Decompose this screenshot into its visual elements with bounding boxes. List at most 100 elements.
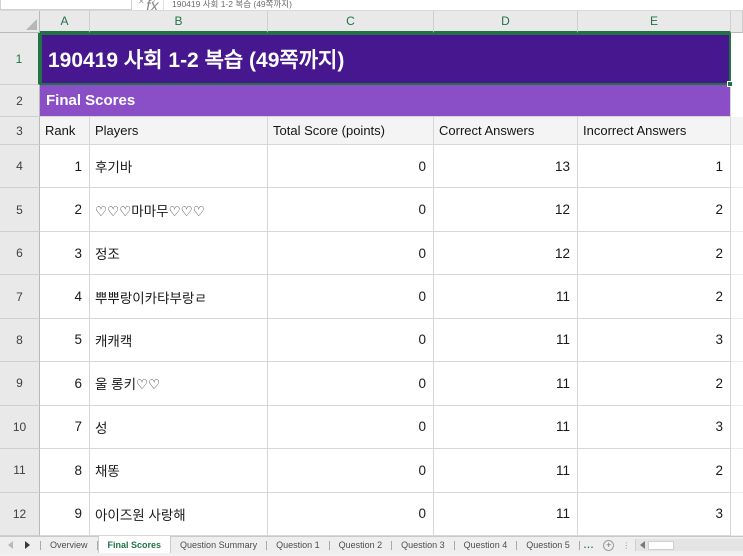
tab-final-scores[interactable]: Final Scores xyxy=(97,536,172,553)
cell-f[interactable] xyxy=(731,318,743,363)
cell-f3[interactable] xyxy=(731,117,743,145)
column-header-e[interactable]: E xyxy=(578,11,731,33)
incorrect-cell[interactable]: 2 xyxy=(578,449,731,493)
correct-cell[interactable]: 13 xyxy=(434,145,578,189)
name-box[interactable]: A1 xyxy=(0,0,132,10)
cell-f1[interactable] xyxy=(731,33,743,85)
row-header-2[interactable]: 2 xyxy=(0,85,40,117)
score-cell[interactable]: 0 xyxy=(268,405,434,450)
cell-f[interactable] xyxy=(731,362,743,406)
rank-cell[interactable]: 7 xyxy=(40,405,90,450)
player-cell[interactable]: 후기바 xyxy=(90,145,268,189)
score-cell[interactable]: 0 xyxy=(268,449,434,493)
row-header-5[interactable]: 5 xyxy=(0,188,40,232)
row-header-6[interactable]: 6 xyxy=(0,231,40,276)
tab-question-summary[interactable]: Question Summary xyxy=(171,537,266,553)
row-header-11[interactable]: 11 xyxy=(0,449,40,493)
score-cell[interactable]: 0 xyxy=(268,492,434,536)
correct-cell[interactable]: 11 xyxy=(434,492,578,536)
row-header-12[interactable]: 12 xyxy=(0,492,40,536)
player-cell[interactable]: 채똥 xyxy=(90,449,268,493)
header-players[interactable]: Players xyxy=(90,117,268,145)
incorrect-cell[interactable]: 3 xyxy=(578,318,731,363)
score-cell[interactable]: 0 xyxy=(268,188,434,232)
tab-overview[interactable]: Overview xyxy=(41,537,97,553)
row-header-10[interactable]: 10 xyxy=(0,405,40,450)
tab-question-5[interactable]: Question 5 xyxy=(517,537,579,553)
tab-question-1[interactable]: Question 1 xyxy=(267,537,329,553)
incorrect-cell[interactable]: 2 xyxy=(578,231,731,276)
row-header-8[interactable]: 8 xyxy=(0,318,40,363)
quiz-title-cell[interactable]: 190419 사회 1-2 복습 (49쪽까지) xyxy=(40,33,731,85)
incorrect-cell[interactable]: 2 xyxy=(578,362,731,406)
incorrect-cell[interactable]: 3 xyxy=(578,492,731,536)
add-sheet-button[interactable]: + xyxy=(603,539,615,551)
rank-cell[interactable]: 5 xyxy=(40,318,90,363)
scrollbar-thumb[interactable] xyxy=(648,540,675,550)
player-cell[interactable]: 캐캐캑 xyxy=(90,318,268,363)
player-cell[interactable]: 뿌뿌랑이카탸부랑ㄹ xyxy=(90,275,268,319)
rank-cell[interactable]: 3 xyxy=(40,231,90,276)
incorrect-cell[interactable]: 2 xyxy=(578,275,731,319)
column-header-b[interactable]: B xyxy=(90,11,268,33)
cell-f[interactable] xyxy=(731,275,743,319)
header-incorrect[interactable]: Incorrect Answers xyxy=(578,117,731,145)
column-header-a[interactable]: A xyxy=(40,11,90,33)
cell-f[interactable] xyxy=(731,145,743,189)
score-cell[interactable]: 0 xyxy=(268,362,434,406)
column-header-d[interactable]: D xyxy=(434,11,578,33)
tab-scroll-right-icon[interactable] xyxy=(25,541,30,549)
header-rank[interactable]: Rank xyxy=(40,117,90,145)
correct-cell[interactable]: 12 xyxy=(434,188,578,232)
row-header-4[interactable]: 4 xyxy=(0,145,40,189)
row-header-1[interactable]: 1 xyxy=(0,33,40,85)
score-cell[interactable]: 0 xyxy=(268,318,434,363)
tab-scroll-left-icon[interactable] xyxy=(8,541,13,549)
scroll-left-icon[interactable] xyxy=(636,541,648,549)
tab-question-3[interactable]: Question 3 xyxy=(392,537,454,553)
player-cell[interactable]: ♡♡♡마마무♡♡♡ xyxy=(90,188,268,232)
cell-f[interactable] xyxy=(731,405,743,450)
player-cell[interactable]: 울 롱키♡♡ xyxy=(90,362,268,406)
tab-question-2[interactable]: Question 2 xyxy=(330,537,392,553)
fx-icon[interactable]: fx xyxy=(146,0,158,10)
incorrect-cell[interactable]: 2 xyxy=(578,188,731,232)
correct-cell[interactable]: 11 xyxy=(434,318,578,363)
formula-input[interactable]: 190419 사회 1-2 복습 (49쪽까지) xyxy=(172,0,292,10)
tab-question-4[interactable]: Question 4 xyxy=(455,537,517,553)
rank-cell[interactable]: 1 xyxy=(40,145,90,189)
select-all-corner[interactable] xyxy=(0,11,40,33)
column-header-c[interactable]: C xyxy=(268,11,434,33)
rank-cell[interactable]: 4 xyxy=(40,275,90,319)
cell-f[interactable] xyxy=(731,449,743,493)
incorrect-cell[interactable]: 3 xyxy=(578,405,731,450)
header-correct[interactable]: Correct Answers xyxy=(434,117,578,145)
row-header-9[interactable]: 9 xyxy=(0,362,40,406)
rank-cell[interactable]: 9 xyxy=(40,492,90,536)
score-cell[interactable]: 0 xyxy=(268,231,434,276)
correct-cell[interactable]: 12 xyxy=(434,231,578,276)
column-header-f-sliver[interactable] xyxy=(731,11,743,33)
incorrect-cell[interactable]: 1 xyxy=(578,145,731,189)
player-cell[interactable]: 성 xyxy=(90,405,268,450)
correct-cell[interactable]: 11 xyxy=(434,275,578,319)
correct-cell[interactable]: 11 xyxy=(434,449,578,493)
score-cell[interactable]: 0 xyxy=(268,145,434,189)
row-header-7[interactable]: 7 xyxy=(0,275,40,319)
cell-f[interactable] xyxy=(731,231,743,276)
player-cell[interactable]: 정조 xyxy=(90,231,268,276)
more-tabs-indicator[interactable]: ... xyxy=(580,537,599,553)
row-header-3[interactable]: 3 xyxy=(0,117,40,145)
score-cell[interactable]: 0 xyxy=(268,275,434,319)
correct-cell[interactable]: 11 xyxy=(434,362,578,406)
header-total-score[interactable]: Total Score (points) xyxy=(268,117,434,145)
cell-f[interactable] xyxy=(731,492,743,536)
rank-cell[interactable]: 8 xyxy=(40,449,90,493)
horizontal-scrollbar[interactable] xyxy=(635,539,743,551)
tabbar-resize-dots-icon[interactable]: ⋮ xyxy=(622,541,630,550)
correct-cell[interactable]: 11 xyxy=(434,405,578,450)
rank-cell[interactable]: 6 xyxy=(40,362,90,406)
final-scores-cell[interactable]: Final Scores xyxy=(40,85,731,117)
player-cell[interactable]: 아이즈원 사랑해 xyxy=(90,492,268,536)
cell-f2[interactable] xyxy=(731,85,743,117)
